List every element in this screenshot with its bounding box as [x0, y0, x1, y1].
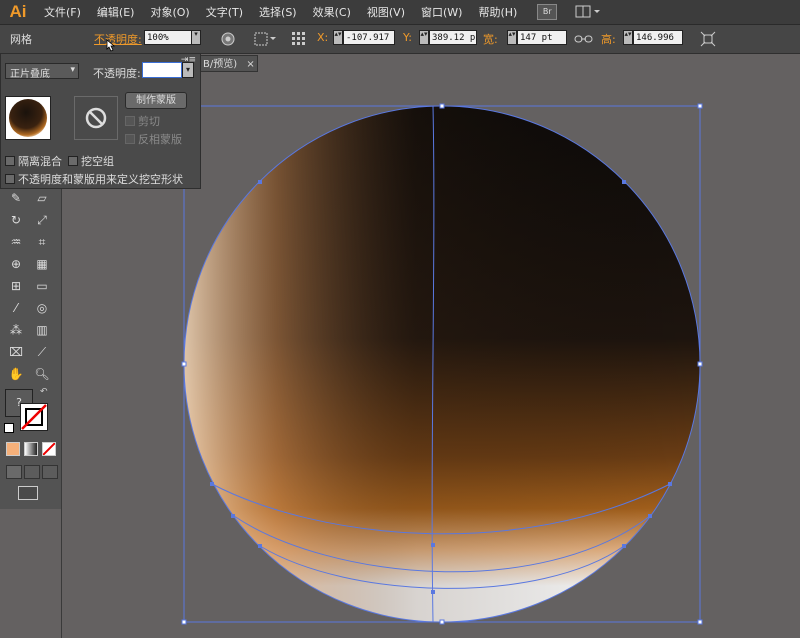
transparency-panel: ⇥≡ 正片叠底 ▾ 不透明度: 100% ▾ 制作蒙版 剪切 反相蒙版 隔离混合…: [0, 53, 201, 189]
shape-builder-icon[interactable]: ⊕: [8, 257, 24, 271]
stroke-swatch[interactable]: [20, 403, 48, 431]
zoom-icon[interactable]: 🔍︎: [34, 367, 50, 381]
isolate-blending-checkbox[interactable]: [5, 156, 15, 166]
artwork-thumbnail: [5, 96, 51, 140]
eraser-icon[interactable]: ▱: [34, 191, 50, 205]
none-mode-icon[interactable]: [42, 442, 56, 456]
free-transform-icon[interactable]: ⌗: [34, 235, 50, 249]
column-graph-icon[interactable]: ▥: [34, 323, 50, 337]
blend-icon[interactable]: ◎: [34, 301, 50, 315]
canvas-edge: [61, 189, 62, 638]
mask-thumbnail[interactable]: [74, 96, 118, 140]
blend-mode-select[interactable]: 正片叠底 ▾: [5, 63, 79, 80]
hand-icon[interactable]: ✋: [8, 367, 24, 381]
slice-icon[interactable]: ⟋: [34, 345, 50, 359]
draw-inside-icon[interactable]: [42, 465, 58, 479]
opacity-mask-knockout-checkbox[interactable]: [5, 174, 15, 184]
make-mask-button[interactable]: 制作蒙版: [125, 92, 187, 109]
no-mask-icon: [85, 107, 107, 129]
draw-normal-icon[interactable]: [6, 465, 22, 479]
knockout-group-label: 挖空组: [81, 155, 114, 168]
blend-mode-value: 正片叠底: [10, 69, 50, 80]
opacity-mask-knockout-label: 不透明度和蒙版用来定义挖空形状: [18, 173, 183, 186]
invert-mask-label: 反相蒙版: [138, 133, 182, 146]
eyedropper-icon[interactable]: ⁄: [8, 301, 24, 315]
chevron-down-icon: ▾: [70, 65, 75, 75]
panel-opacity-label: 不透明度:: [93, 67, 141, 80]
scale-icon[interactable]: ⤢: [34, 213, 50, 227]
isolate-blending-label: 隔离混合: [18, 155, 62, 168]
symbol-sprayer-icon[interactable]: ⁂: [8, 323, 24, 337]
mesh-icon[interactable]: ⊞: [8, 279, 24, 293]
gradient-icon[interactable]: ▭: [34, 279, 50, 293]
swap-colors-icon[interactable]: ↶: [40, 387, 48, 397]
perspective-grid-icon[interactable]: ▦: [34, 257, 50, 271]
knockout-group-checkbox[interactable]: [68, 156, 78, 166]
gradient-mode-icon[interactable]: [24, 442, 38, 456]
default-colors-icon[interactable]: [4, 423, 14, 433]
panel-opacity-dropdown[interactable]: ▾: [182, 62, 194, 78]
clip-checkbox[interactable]: [125, 116, 135, 126]
warp-icon[interactable]: ♒: [8, 235, 24, 249]
color-mode-icon[interactable]: [6, 442, 20, 456]
screen-mode-icon[interactable]: [18, 486, 38, 500]
invert-mask-checkbox[interactable]: [125, 134, 135, 144]
rotate-icon[interactable]: ↻: [8, 213, 24, 227]
panel-opacity-field[interactable]: 100%: [142, 62, 182, 78]
draw-behind-icon[interactable]: [24, 465, 40, 479]
blob-brush-icon[interactable]: ✎: [8, 191, 24, 205]
tools-panel: ✎ ▱ ↻ ⤢ ♒ ⌗ ⊕ ▦ ⊞ ▭ ⁄ ◎ ⁂ ▥ ⌧ ⟋ ✋ 🔍︎ ↶ ?: [0, 189, 62, 509]
artboard-icon[interactable]: ⌧: [8, 345, 24, 359]
clip-label: 剪切: [138, 115, 160, 128]
